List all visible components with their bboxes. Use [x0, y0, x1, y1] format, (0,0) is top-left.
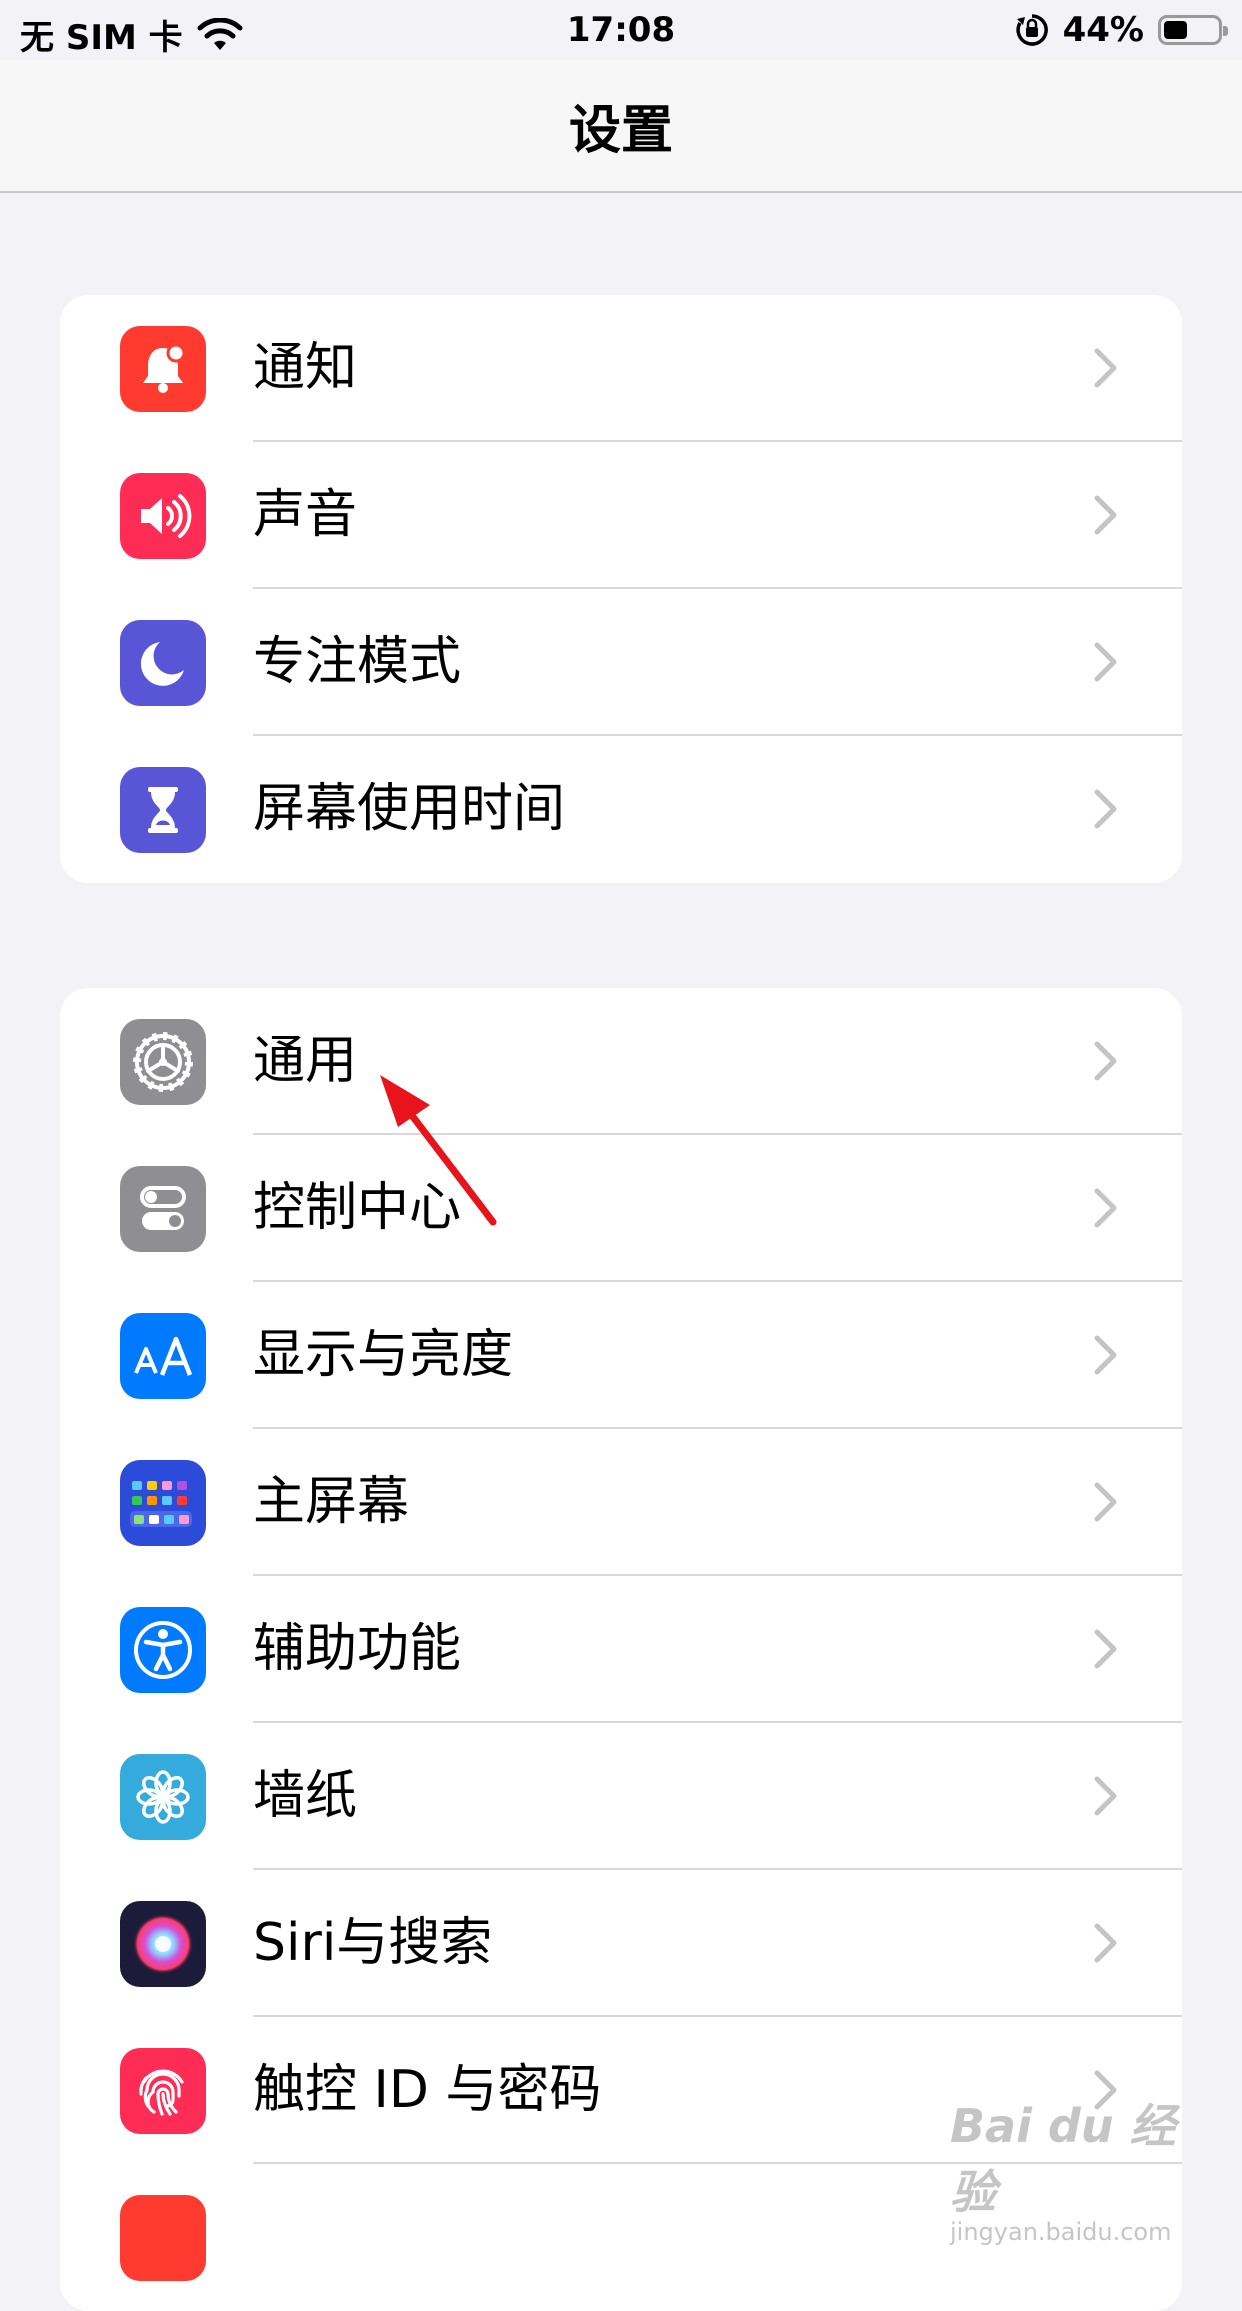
settings-row-display-brightness[interactable]: 显示与亮度 — [60, 1282, 1182, 1429]
row-label: 触控 ID 与密码 — [253, 2060, 602, 2120]
chevron-right-icon — [1094, 1335, 1117, 1375]
fingerprint-icon — [120, 2048, 206, 2134]
settings-row-notifications[interactable]: 通知 — [60, 295, 1182, 442]
chevron-right-icon — [1094, 1923, 1117, 1963]
red-arrow-annotation — [380, 1075, 497, 1226]
status-right: 44% — [1015, 10, 1228, 50]
settings-group-1: 通知 声音 专注模式 屏幕使用时间 — [60, 295, 1182, 883]
row-label: 屏幕使用时间 — [253, 779, 566, 839]
row-label: 主屏幕 — [253, 1472, 410, 1532]
battery-icon — [1158, 15, 1228, 45]
watermark-sub: jingyan.baidu.com — [950, 2218, 1172, 2246]
row-label: 通用 — [253, 1031, 358, 1091]
battery-percent: 44% — [1062, 10, 1144, 50]
settings-row-home-screen[interactable]: 主屏幕 — [60, 1429, 1182, 1576]
settings-row-screen-time[interactable]: 屏幕使用时间 — [60, 736, 1182, 883]
row-label: 显示与亮度 — [253, 1325, 514, 1385]
row-label: 声音 — [253, 485, 358, 545]
moon-icon — [120, 620, 206, 706]
home-grid-icon — [120, 1460, 206, 1546]
chevron-right-icon — [1094, 1629, 1117, 1669]
status-bar: 无 SIM 卡 17:08 44% — [0, 0, 1242, 60]
hourglass-icon — [120, 767, 206, 853]
row-label: 辅助功能 — [253, 1619, 462, 1679]
chevron-right-icon — [1094, 1188, 1117, 1228]
chevron-right-icon — [1094, 642, 1117, 682]
settings-row-general[interactable]: 通用 — [60, 988, 1182, 1135]
chevron-right-icon — [1094, 1041, 1117, 1081]
row-label: 专注模式 — [253, 632, 462, 692]
row-label: 通知 — [253, 338, 358, 398]
siri-icon — [120, 1901, 206, 1987]
flower-icon — [120, 1754, 206, 1840]
chevron-right-icon — [1094, 1776, 1117, 1816]
chevron-right-icon — [1094, 789, 1117, 829]
accessibility-icon — [120, 1607, 206, 1693]
row-label: Siri与搜索 — [253, 1913, 493, 1973]
text-size-icon — [120, 1313, 206, 1399]
toggles-icon — [120, 1166, 206, 1252]
settings-row-sounds[interactable]: 声音 — [60, 442, 1182, 589]
baidu-watermark: Bai du 经验 jingyan.baidu.com — [950, 2090, 1190, 2246]
bell-icon — [120, 326, 206, 412]
settings-row-focus[interactable]: 专注模式 — [60, 589, 1182, 736]
row-label: 墙纸 — [253, 1766, 358, 1826]
watermark-main: Bai du 经验 — [950, 2099, 1176, 2219]
navigation-bar: 设置 — [0, 60, 1242, 193]
settings-row-siri-search[interactable]: Siri与搜索 — [60, 1870, 1182, 2017]
speaker-icon — [120, 473, 206, 559]
settings-row-accessibility[interactable]: 辅助功能 — [60, 1576, 1182, 1723]
rotation-lock-icon — [1016, 14, 1048, 46]
page-title: 设置 — [568, 101, 673, 161]
gear-icon — [120, 1019, 206, 1105]
chevron-right-icon — [1094, 348, 1117, 388]
chevron-right-icon — [1094, 1482, 1117, 1522]
chevron-right-icon — [1094, 495, 1117, 535]
battery-level — [1164, 21, 1187, 39]
settings-row-wallpaper[interactable]: 墙纸 — [60, 1723, 1182, 1870]
settings-row-control-center[interactable]: 控制中心 — [60, 1135, 1182, 1282]
